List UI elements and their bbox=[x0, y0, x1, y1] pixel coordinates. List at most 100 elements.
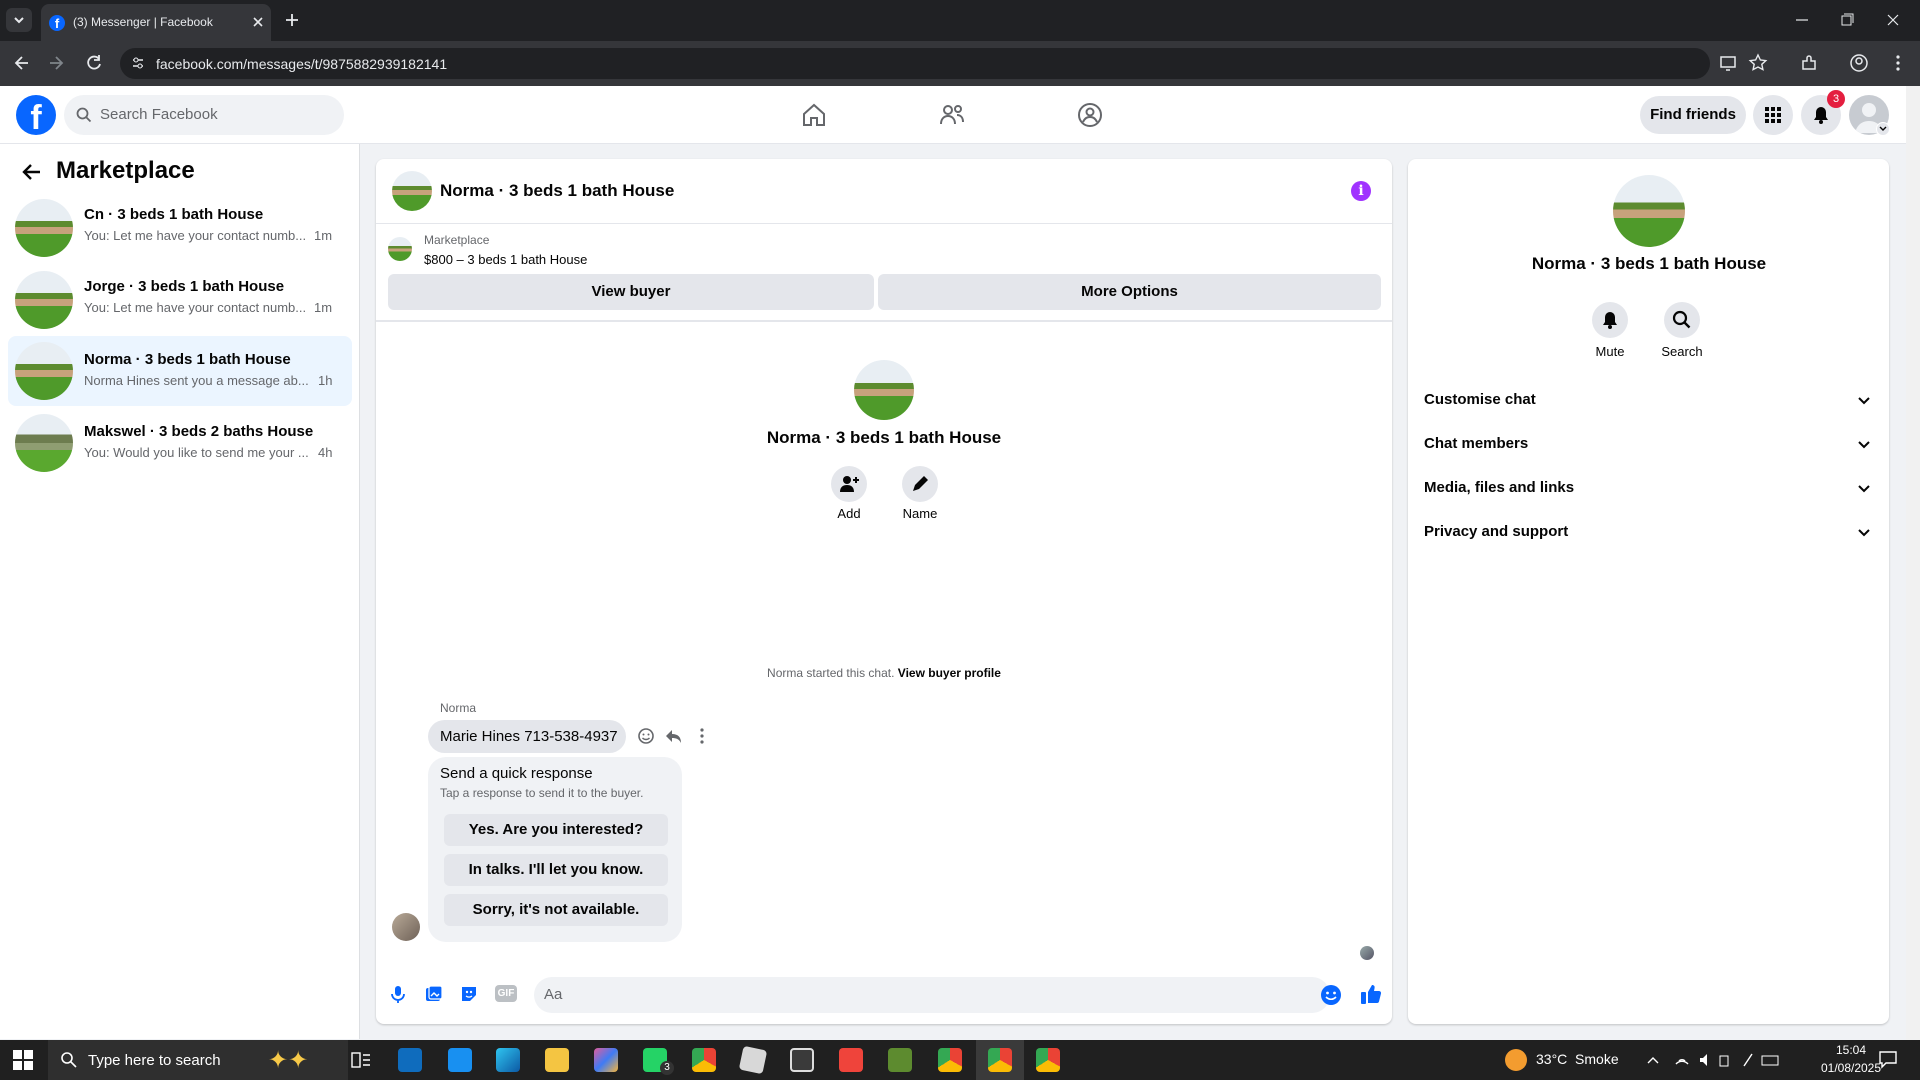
conversation-time: 1m bbox=[314, 300, 333, 315]
grid-icon bbox=[1765, 107, 1781, 123]
like-thumb-icon[interactable] bbox=[1360, 983, 1382, 1005]
customise-chat-section[interactable]: Customise chat bbox=[1424, 380, 1874, 420]
add-people-button[interactable] bbox=[831, 466, 867, 502]
weather-icon[interactable] bbox=[1505, 1049, 1527, 1071]
new-tab-icon[interactable] bbox=[282, 10, 302, 30]
message-input[interactable]: Aa bbox=[534, 977, 1341, 1013]
facebook-logo-icon[interactable]: f bbox=[16, 95, 56, 135]
account-chevron-icon[interactable] bbox=[1876, 122, 1890, 136]
conversation-avatar bbox=[15, 414, 73, 472]
bookmark-star-icon[interactable] bbox=[1748, 53, 1768, 73]
reply-icon[interactable] bbox=[664, 727, 682, 745]
mute-label: Mute bbox=[1595, 344, 1625, 359]
clock-date[interactable]: 01/08/2025 bbox=[1816, 1061, 1886, 1075]
conversation-item-active[interactable]: Norma · 3 beds 1 bath House Norma Hines … bbox=[8, 336, 352, 406]
facebook-search-input[interactable]: Search Facebook bbox=[64, 95, 344, 135]
conversation-item[interactable]: Cn · 3 beds 1 bath House You: Let me hav… bbox=[8, 193, 352, 263]
minecraft-icon[interactable] bbox=[888, 1048, 912, 1072]
anydesk-icon[interactable] bbox=[839, 1048, 863, 1072]
view-buyer-profile-link[interactable]: View buyer profile bbox=[898, 666, 1001, 680]
quick-response-button[interactable]: Sorry, it's not available. bbox=[444, 894, 668, 926]
gif-icon[interactable]: GIF bbox=[495, 985, 517, 1002]
message-bubble[interactable]: Marie Hines 713-538-4937 bbox=[428, 720, 626, 753]
browser-menu-icon[interactable] bbox=[1890, 53, 1906, 73]
copilot-sparkle-icon: ✦✦ bbox=[268, 1047, 309, 1074]
name-label: Name bbox=[902, 506, 938, 521]
outlook-icon[interactable] bbox=[398, 1048, 422, 1072]
emoji-icon[interactable] bbox=[1320, 984, 1342, 1006]
windows-start-icon[interactable] bbox=[12, 1049, 34, 1071]
chat-members-section[interactable]: Chat members bbox=[1424, 424, 1874, 464]
install-app-icon[interactable] bbox=[1718, 53, 1738, 73]
weather-text[interactable]: 33°C Smoke bbox=[1536, 1051, 1619, 1067]
clock-time[interactable]: 15:04 bbox=[1826, 1043, 1876, 1057]
chatgpt-icon[interactable] bbox=[790, 1048, 814, 1072]
forward-icon[interactable] bbox=[46, 53, 66, 73]
chat-title[interactable]: Norma · 3 beds 1 bath House bbox=[440, 181, 674, 201]
nav-friends-icon[interactable] bbox=[938, 101, 966, 129]
edge-icon[interactable] bbox=[496, 1048, 520, 1072]
sticker-icon[interactable] bbox=[459, 984, 479, 1004]
address-bar[interactable]: facebook.com/messages/t/9875882939182141 bbox=[120, 48, 1768, 79]
voice-clip-icon[interactable] bbox=[389, 984, 407, 1004]
conversation-item[interactable]: Jorge · 3 beds 1 bath House You: Let me … bbox=[8, 265, 352, 335]
conversation-preview: You: Would you like to send me your ... bbox=[84, 445, 309, 460]
chrome-profile-1-icon[interactable] bbox=[938, 1048, 962, 1072]
site-info-icon[interactable] bbox=[130, 55, 146, 71]
store-icon[interactable] bbox=[448, 1048, 472, 1072]
profile-icon[interactable] bbox=[1849, 53, 1869, 73]
task-view-icon[interactable] bbox=[350, 1049, 372, 1071]
conversation-info-icon[interactable]: i bbox=[1351, 181, 1371, 201]
listing-thumbnail bbox=[388, 237, 412, 261]
system-tray-icons[interactable] bbox=[1640, 1050, 1780, 1070]
conversation-item[interactable]: Makswel · 3 beds 2 baths House You: Woul… bbox=[8, 408, 352, 478]
tab-title: (3) Messenger | Facebook bbox=[73, 15, 213, 29]
section-label: Chat members bbox=[1424, 435, 1529, 452]
mute-button[interactable] bbox=[1592, 302, 1628, 338]
details-avatar bbox=[1613, 175, 1685, 247]
taskbar-search-box[interactable]: Type here to search ✦✦ bbox=[48, 1040, 348, 1080]
facebook-favicon-icon: f bbox=[49, 15, 65, 31]
conversation-time: 1m bbox=[314, 228, 333, 243]
find-friends-button[interactable]: Find friends bbox=[1640, 96, 1746, 134]
page-scrollbar[interactable] bbox=[1906, 86, 1920, 1040]
media-files-links-section[interactable]: Media, files and links bbox=[1424, 468, 1874, 508]
reload-icon[interactable] bbox=[84, 53, 104, 73]
browser-tab[interactable]: f (3) Messenger | Facebook bbox=[41, 4, 271, 41]
menu-grid-button[interactable] bbox=[1753, 95, 1793, 135]
close-tab-icon[interactable] bbox=[249, 13, 267, 31]
chrome-profile-2-icon[interactable] bbox=[988, 1048, 1012, 1072]
chat-profile-avatar bbox=[854, 360, 914, 420]
view-buyer-button[interactable]: View buyer bbox=[388, 274, 874, 310]
tab-list-button[interactable] bbox=[6, 8, 32, 32]
nav-groups-icon[interactable] bbox=[1076, 101, 1104, 129]
edit-name-button[interactable] bbox=[902, 466, 938, 502]
attach-media-icon[interactable] bbox=[424, 984, 444, 1004]
quick-response-button[interactable]: In talks. I'll let you know. bbox=[444, 854, 668, 886]
search-in-chat-button[interactable] bbox=[1664, 302, 1700, 338]
more-options-button[interactable]: More Options bbox=[878, 274, 1381, 310]
chrome-icon[interactable] bbox=[692, 1048, 716, 1072]
conversation-avatar bbox=[15, 271, 73, 329]
notification-center-icon[interactable] bbox=[1878, 1049, 1898, 1069]
chevron-down-icon bbox=[1858, 397, 1870, 405]
pencil-icon bbox=[913, 476, 928, 491]
nav-home-icon[interactable] bbox=[800, 101, 828, 129]
copilot-app-icon[interactable] bbox=[594, 1048, 618, 1072]
chat-header-avatar[interactable] bbox=[392, 171, 432, 211]
quick-response-button[interactable]: Yes. Are you interested? bbox=[444, 814, 668, 846]
section-label: Customise chat bbox=[1424, 391, 1536, 408]
seen-receipt-avatar bbox=[1360, 946, 1374, 960]
conversation-title: Jorge · 3 beds 1 bath House bbox=[84, 278, 285, 295]
message-more-icon[interactable] bbox=[694, 727, 710, 745]
file-explorer-icon[interactable] bbox=[545, 1048, 569, 1072]
chat-started-notice: Norma started this chat. View buyer prof… bbox=[684, 666, 1084, 680]
privacy-support-section[interactable]: Privacy and support bbox=[1424, 512, 1874, 552]
conversation-avatar bbox=[15, 342, 73, 400]
back-icon[interactable] bbox=[12, 53, 32, 73]
back-arrow-icon[interactable] bbox=[20, 160, 44, 184]
chrome-profile-3-icon[interactable] bbox=[1036, 1048, 1060, 1072]
extensions-icon[interactable] bbox=[1799, 53, 1819, 73]
roblox-icon[interactable] bbox=[738, 1045, 768, 1075]
react-icon[interactable] bbox=[637, 727, 655, 745]
